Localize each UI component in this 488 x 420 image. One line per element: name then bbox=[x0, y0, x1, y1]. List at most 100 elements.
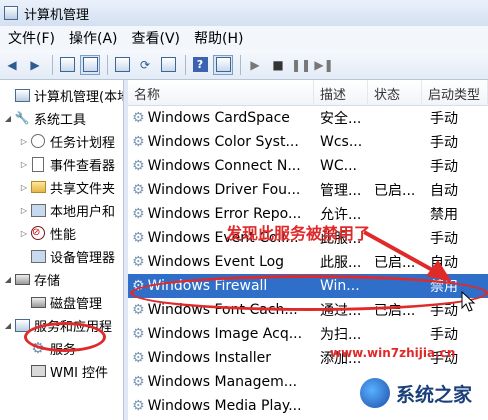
up-folder-icon[interactable] bbox=[57, 55, 77, 75]
export-list-icon[interactable] bbox=[158, 55, 178, 75]
forward-icon[interactable]: ▶ bbox=[25, 55, 45, 75]
toolbar-divider bbox=[185, 54, 186, 75]
service-startup-type: 手动 bbox=[430, 327, 458, 343]
menu-action[interactable]: 操作(A) bbox=[63, 26, 124, 50]
annotation-text: 发现此服务被禁用了 bbox=[226, 224, 371, 243]
column-header-startup-type[interactable]: 启动类型 bbox=[422, 80, 488, 106]
tree-item-label: 本地用户和 bbox=[50, 204, 116, 220]
tree-item-local-users[interactable]: ▷ 本地用户和 bbox=[18, 199, 115, 221]
service-description: 安全... bbox=[320, 111, 362, 127]
service-status bbox=[374, 154, 424, 178]
menu-file[interactable]: 文件(F) bbox=[2, 26, 61, 50]
toolbar-divider bbox=[107, 54, 108, 75]
service-name: Windows Managem... bbox=[147, 374, 298, 390]
service-gear-icon: ⚙ bbox=[132, 134, 145, 150]
service-name-cell: ⚙ Windows Managem... bbox=[132, 370, 316, 394]
toolbar: ◀ ▶ ⟳ ? ▶ ■ ❚❚ ▶❚ bbox=[0, 50, 488, 80]
tree-item-label: 计算机管理(本地 bbox=[34, 89, 124, 105]
service-gear-icon: ⚙ bbox=[132, 398, 145, 414]
service-startup-type: 自动 bbox=[430, 183, 458, 199]
tree-item-performance[interactable]: ▷ ⊘ 性能 bbox=[18, 222, 76, 244]
management-icon bbox=[14, 87, 30, 103]
service-name: Windows Connect N... bbox=[147, 158, 301, 174]
service-description: 为扫... bbox=[320, 327, 362, 343]
tree-item-task-scheduler[interactable]: ▷ 任务计划程 bbox=[18, 130, 115, 152]
service-name-cell: ⚙ Windows Event Log bbox=[132, 250, 316, 274]
service-name: Windows Color Syst... bbox=[147, 134, 299, 150]
service-row[interactable]: ⚙ Windows Driver Fou... 管理... 已启... 自动 bbox=[128, 178, 488, 202]
pause-service-icon[interactable]: ❚❚ bbox=[291, 55, 311, 75]
service-status bbox=[374, 130, 424, 154]
service-name-cell: ⚙ Windows Image Acq... bbox=[132, 322, 316, 346]
collapse-arrow-icon[interactable]: ◢ bbox=[2, 275, 14, 284]
navigation-tree: 计算机管理(本地 ◢ 🔧 系统工具 ▷ 任务计划程 ▷ 事件查看器 ▷ 共享文件… bbox=[0, 80, 124, 420]
view-icon[interactable] bbox=[213, 54, 233, 75]
tree-item-wmi-control[interactable]: WMI 控件 bbox=[18, 360, 108, 382]
service-row[interactable]: ⚙ Windows Image Acq... 为扫... 手动 bbox=[128, 322, 488, 346]
tree-item-event-viewer[interactable]: ▷ 事件查看器 bbox=[18, 153, 115, 175]
list-header: 名称 描述 状态 启动类型 bbox=[128, 80, 488, 106]
service-description: Wcs... bbox=[320, 134, 363, 150]
service-name-cell: ⚙ Windows Media Play... bbox=[132, 394, 316, 418]
service-status bbox=[374, 322, 424, 346]
event-viewer-icon bbox=[30, 156, 46, 172]
tree-item-storage[interactable]: ◢ 存储 bbox=[2, 268, 60, 290]
expand-arrow-icon[interactable]: ▷ bbox=[18, 160, 30, 169]
service-name-cell: ⚙ Windows Driver Fou... bbox=[132, 178, 316, 202]
collapse-arrow-icon[interactable]: ◢ bbox=[2, 114, 14, 123]
service-gear-icon: ⚙ bbox=[132, 230, 145, 246]
title-bar: 计算机管理 bbox=[0, 0, 488, 26]
refresh-icon[interactable]: ⟳ bbox=[135, 55, 155, 75]
tree-item-label: 设备管理器 bbox=[50, 250, 116, 266]
tree-item-label: 存储 bbox=[34, 273, 61, 289]
disk-icon bbox=[30, 294, 46, 310]
tree-item-computer-management[interactable]: 计算机管理(本地 bbox=[2, 84, 124, 106]
column-header-status[interactable]: 状态 bbox=[368, 80, 422, 106]
menu-bar: 文件(F) 操作(A) 查看(V) 帮助(H) bbox=[0, 26, 488, 50]
service-gear-icon: ⚙ bbox=[132, 158, 145, 174]
shared-folder-icon bbox=[30, 179, 46, 195]
service-gear-icon: ⚙ bbox=[132, 254, 145, 270]
service-name-cell: ⚙ Windows Installer bbox=[132, 346, 316, 370]
back-icon[interactable]: ◀ bbox=[2, 55, 22, 75]
start-service-icon[interactable]: ▶ bbox=[245, 55, 265, 75]
service-gear-icon: ⚙ bbox=[132, 206, 145, 222]
service-startup-type: 手动 bbox=[430, 159, 458, 175]
menu-view[interactable]: 查看(V) bbox=[126, 26, 187, 50]
help-icon[interactable]: ? bbox=[190, 55, 210, 75]
show-tree-icon[interactable] bbox=[80, 54, 100, 75]
service-name: Windows Media Play... bbox=[147, 398, 302, 414]
storage-icon bbox=[14, 271, 30, 287]
tree-item-system-tools[interactable]: ◢ 🔧 系统工具 bbox=[2, 107, 86, 129]
expand-arrow-icon[interactable]: ▷ bbox=[18, 229, 30, 238]
window-title: 计算机管理 bbox=[24, 7, 90, 23]
tree-item-shared-folders[interactable]: ▷ 共享文件夹 bbox=[18, 176, 115, 198]
column-header-name[interactable]: 名称 bbox=[128, 80, 314, 106]
properties-icon[interactable] bbox=[112, 55, 132, 75]
expand-arrow-icon[interactable]: ▷ bbox=[18, 206, 30, 215]
service-status bbox=[374, 106, 424, 130]
service-gear-icon: ⚙ bbox=[132, 350, 145, 366]
service-name-cell: ⚙ Windows Connect N... bbox=[132, 154, 316, 178]
collapse-arrow-icon[interactable]: ◢ bbox=[2, 321, 14, 330]
menu-help[interactable]: 帮助(H) bbox=[188, 26, 249, 50]
expand-arrow-icon[interactable]: ▷ bbox=[18, 137, 30, 146]
tools-icon: 🔧 bbox=[14, 111, 30, 125]
service-name: Windows Event Log bbox=[147, 254, 285, 270]
performance-icon: ⊘ bbox=[30, 225, 46, 241]
service-row[interactable]: ⚙ Windows Color Syst... Wcs... 手动 bbox=[128, 130, 488, 154]
computer-management-icon bbox=[4, 6, 18, 20]
tree-item-device-manager[interactable]: 设备管理器 bbox=[18, 245, 115, 267]
service-row[interactable]: ⚙ Windows Connect N... WC... 手动 bbox=[128, 154, 488, 178]
tree-item-label: 任务计划程 bbox=[50, 135, 116, 151]
restart-service-icon[interactable]: ▶❚ bbox=[314, 55, 334, 75]
service-description: WC... bbox=[320, 158, 357, 174]
tree-item-disk-management[interactable]: 磁盘管理 bbox=[18, 291, 102, 313]
toolbar-divider bbox=[240, 54, 241, 75]
column-header-description[interactable]: 描述 bbox=[314, 80, 368, 106]
service-status: 已启... bbox=[374, 183, 416, 199]
tree-item-label: 事件查看器 bbox=[50, 158, 116, 174]
service-row[interactable]: ⚙ Windows CardSpace 安全... 手动 bbox=[128, 106, 488, 130]
stop-service-icon[interactable]: ■ bbox=[268, 55, 288, 75]
expand-arrow-icon[interactable]: ▷ bbox=[18, 183, 30, 192]
